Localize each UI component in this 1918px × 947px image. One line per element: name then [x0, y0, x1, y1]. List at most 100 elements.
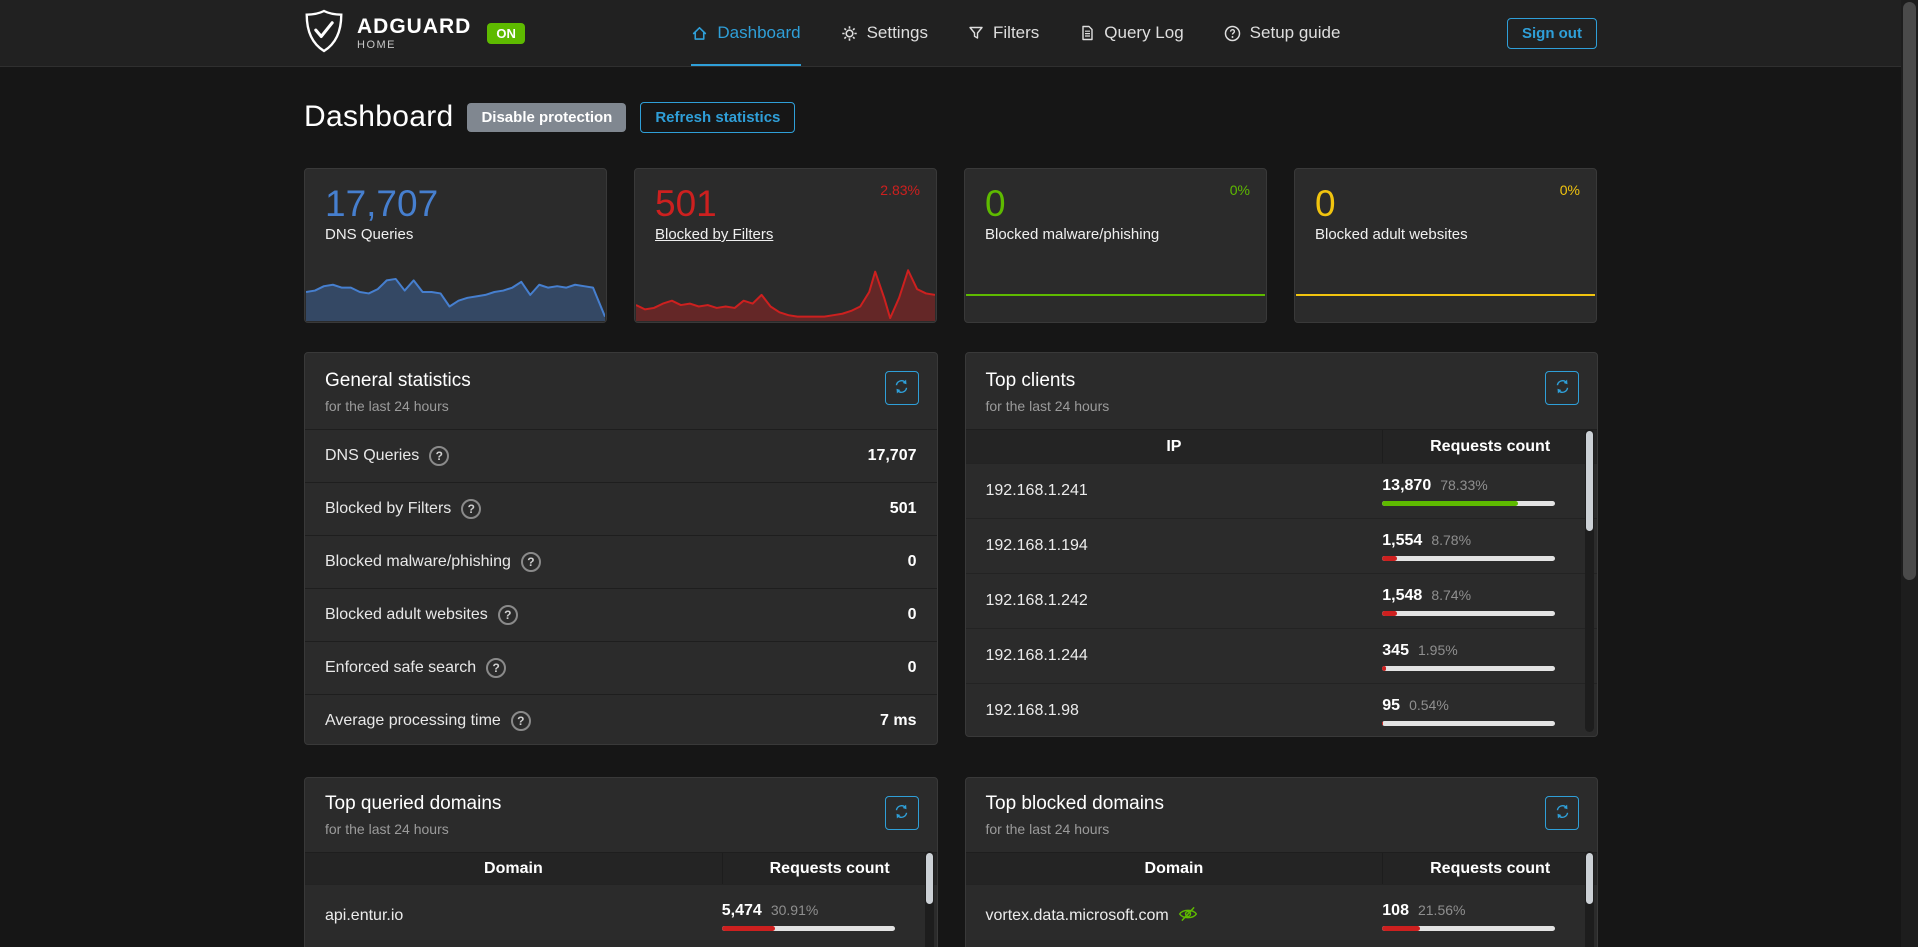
table-row: api.entur.io 5,47430.91% — [305, 884, 937, 947]
table-row: 192.168.1.194 1,5548.78% — [966, 518, 1598, 573]
stats-row: DNS Queries? 17,707 — [305, 429, 937, 482]
sign-out-button[interactable]: Sign out — [1507, 18, 1597, 49]
nav-item-filters[interactable]: Filters — [968, 0, 1039, 66]
column-header-domain: Domain — [966, 860, 1383, 878]
nav-label: Query Log — [1104, 23, 1183, 43]
panels-row-3: Top queried domains for the last 24 hour… — [304, 777, 1598, 947]
stat-value: 0 — [985, 185, 1266, 222]
home-icon — [691, 25, 708, 42]
nav-label: Setup guide — [1250, 23, 1341, 43]
main-nav: Dashboard Settings Filters Query Log Set… — [691, 0, 1340, 66]
stats-label: Blocked malware/phishing? — [325, 552, 541, 572]
nav-item-setup-guide[interactable]: Setup guide — [1224, 0, 1341, 66]
top-clients-panel: Top clients for the last 24 hours IP Req… — [965, 352, 1599, 737]
refresh-icon — [894, 804, 909, 822]
stats-label: DNS Queries? — [325, 446, 449, 466]
refresh-statistics-button[interactable]: Refresh statistics — [640, 102, 795, 133]
panel-title: Top queried domains — [325, 793, 917, 815]
disable-protection-button[interactable]: Disable protection — [467, 103, 626, 132]
client-ip-link[interactable]: 192.168.1.241 — [966, 482, 1383, 500]
help-icon[interactable]: ? — [521, 552, 541, 572]
panel-title: Top clients — [986, 370, 1578, 392]
gear-icon — [841, 25, 858, 42]
nav-item-dashboard[interactable]: Dashboard — [691, 0, 800, 66]
table-header: Domain Requests count — [966, 852, 1598, 884]
stats-label: Blocked adult websites? — [325, 605, 518, 625]
refresh-panel-button[interactable] — [1545, 371, 1579, 405]
stats-row: Blocked by Filters? 501 — [305, 482, 937, 535]
nav-item-settings[interactable]: Settings — [841, 0, 928, 66]
stat-card-blocked-malware: 0 Blocked malware/phishing 0% — [964, 168, 1267, 323]
panel-scrollbar-thumb[interactable] — [1586, 853, 1593, 904]
adguard-home-dashboard: ADGUARD HOME ON Dashboard Settings Filte… — [0, 0, 1918, 947]
stat-percent: 0% — [1560, 182, 1580, 198]
stats-value: 0 — [908, 553, 917, 571]
table-header: Domain Requests count — [305, 852, 937, 884]
client-ip-link[interactable]: 192.168.1.98 — [966, 702, 1383, 720]
sparkline-chart — [306, 263, 605, 321]
panel-header: Top queried domains for the last 24 hour… — [305, 778, 937, 852]
stats-value: 7 ms — [880, 712, 916, 730]
help-icon[interactable]: ? — [429, 446, 449, 466]
panel-header: General statistics for the last 24 hours — [305, 353, 937, 429]
stats-value: 17,707 — [868, 447, 917, 465]
stats-label: Blocked by Filters? — [325, 499, 481, 519]
requests-count-cell: 3451.95% — [1382, 642, 1597, 671]
brand-name: ADGUARD — [357, 16, 471, 37]
requests-count-cell: 1,5488.74% — [1382, 587, 1597, 616]
requests-count-cell: 950.54% — [1382, 697, 1597, 726]
progress-bar — [1382, 611, 1555, 616]
flat-trend-line — [966, 294, 1265, 296]
funnel-icon — [968, 25, 984, 41]
panel-title: General statistics — [325, 370, 917, 392]
stat-label-link[interactable]: Blocked by Filters — [655, 226, 936, 243]
domain-link[interactable]: api.entur.io — [305, 907, 722, 925]
flat-trend-line — [1296, 294, 1595, 296]
nav-label: Settings — [867, 23, 928, 43]
table-header: IP Requests count — [966, 429, 1598, 463]
stat-percent: 2.83% — [880, 182, 920, 198]
help-icon[interactable]: ? — [486, 658, 506, 678]
panel-header: Top blocked domains for the last 24 hour… — [966, 778, 1598, 852]
client-ip-link[interactable]: 192.168.1.194 — [966, 537, 1383, 555]
requests-count-cell: 1,5548.78% — [1382, 532, 1597, 561]
table-row: vortex.data.microsoft.com 10821.56% — [966, 884, 1598, 947]
column-header-requests-count: Requests count — [1382, 430, 1597, 463]
eye-off-icon — [1178, 906, 1198, 927]
domain-link[interactable]: vortex.data.microsoft.com — [966, 906, 1383, 927]
stats-row: Blocked malware/phishing? 0 — [305, 535, 937, 588]
nav-item-query-log[interactable]: Query Log — [1079, 0, 1183, 66]
panel-scrollbar-thumb[interactable] — [1586, 431, 1593, 531]
stat-card-dns-queries: 17,707 DNS Queries — [304, 168, 607, 323]
navbar: ADGUARD HOME ON Dashboard Settings Filte… — [0, 0, 1918, 67]
sparkline-chart — [636, 263, 935, 321]
page-scrollbar-thumb[interactable] — [1903, 2, 1916, 580]
shield-check-icon — [304, 9, 344, 58]
panel-scrollbar-thumb[interactable] — [926, 853, 933, 904]
refresh-panel-button[interactable] — [1545, 796, 1579, 830]
help-circle-icon — [1224, 25, 1241, 42]
client-ip-link[interactable]: 192.168.1.244 — [966, 647, 1383, 665]
refresh-panel-button[interactable] — [885, 371, 919, 405]
nav-label: Dashboard — [717, 23, 800, 43]
stat-label: Blocked malware/phishing — [985, 226, 1266, 243]
refresh-panel-button[interactable] — [885, 796, 919, 830]
main-content: Dashboard Disable protection Refresh sta… — [304, 100, 1598, 947]
help-icon[interactable]: ? — [511, 711, 531, 731]
panel-title: Top blocked domains — [986, 793, 1578, 815]
stat-cards-row: 17,707 DNS Queries 501 Blocked by Filter… — [304, 168, 1598, 323]
stat-label: Blocked adult websites — [1315, 226, 1596, 243]
stat-card-blocked-by-filters: 501 Blocked by Filters 2.83% — [634, 168, 937, 323]
help-icon[interactable]: ? — [498, 605, 518, 625]
progress-bar — [1382, 666, 1555, 671]
client-ip-link[interactable]: 192.168.1.242 — [966, 592, 1383, 610]
top-queried-domains-panel: Top queried domains for the last 24 hour… — [304, 777, 938, 947]
progress-bar — [1382, 926, 1555, 931]
refresh-icon — [1555, 379, 1570, 397]
table-row: 192.168.1.241 13,87078.33% — [966, 463, 1598, 518]
help-icon[interactable]: ? — [461, 499, 481, 519]
brand-logo[interactable]: ADGUARD HOME — [304, 0, 471, 66]
progress-bar — [1382, 721, 1555, 726]
column-header-requests-count: Requests count — [1382, 853, 1597, 884]
panel-scrollbar — [1585, 429, 1594, 732]
